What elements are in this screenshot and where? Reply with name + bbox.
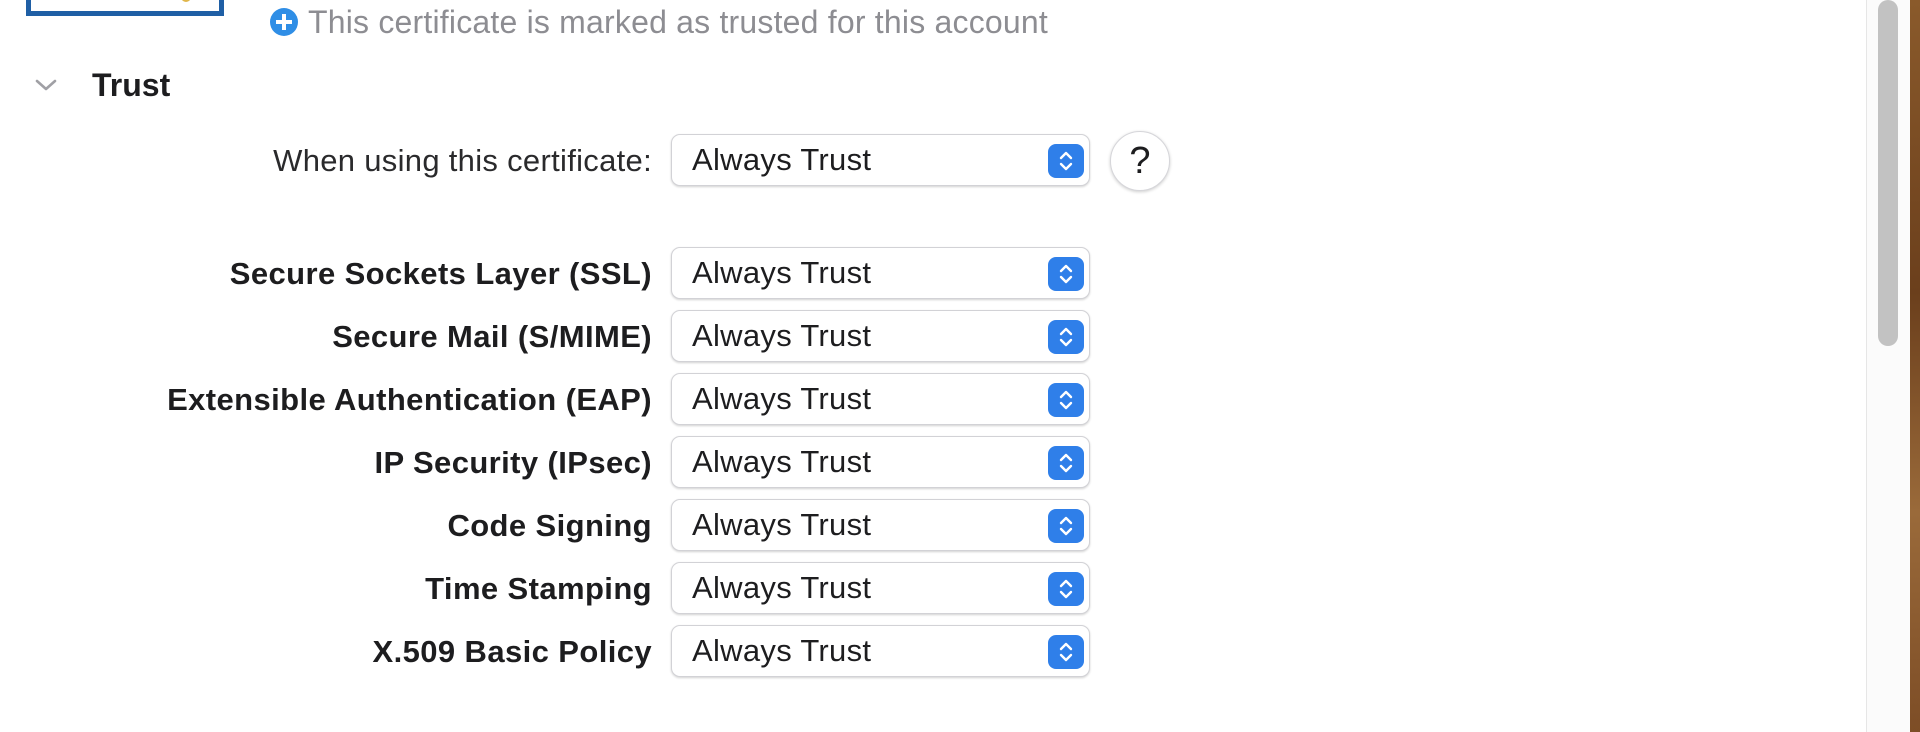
policy-row-code-signing: Code Signing Always Trust (0, 499, 1200, 553)
chevron-down-icon[interactable] (30, 69, 62, 101)
popup-value: Always Trust (692, 570, 872, 605)
policy-row-time-stamping: Time Stamping Always Trust (0, 562, 1200, 616)
certificate-icon (26, 0, 224, 16)
policy-label: Extensible Authentication (EAP) (167, 382, 652, 417)
policy-popup[interactable]: Always Trust (671, 625, 1090, 677)
stepper-arrows-icon (1048, 144, 1084, 178)
policy-popup[interactable]: Always Trust (671, 562, 1090, 614)
main-setting-row: When using this certificate: Always Trus… (0, 131, 1200, 191)
policy-row-x509: X.509 Basic Policy Always Trust (0, 625, 1200, 679)
trust-status: This certificate is marked as trusted fo… (270, 4, 1048, 40)
popup-value: Always Trust (692, 318, 872, 353)
trust-status-text: This certificate is marked as trusted fo… (308, 3, 1048, 40)
popup-value: Always Trust (692, 142, 872, 177)
policy-popup[interactable]: Always Trust (671, 499, 1090, 551)
policy-row-ssl: Secure Sockets Layer (SSL) Always Trust (0, 247, 1200, 301)
certificate-trust-panel: This certificate is marked as trusted fo… (0, 0, 1920, 732)
popup-value: Always Trust (692, 255, 872, 290)
popup-value: Always Trust (692, 444, 872, 479)
stepper-arrows-icon (1048, 509, 1084, 543)
policy-label: Code Signing (447, 508, 652, 543)
popup-value: Always Trust (692, 381, 872, 416)
popup-value: Always Trust (692, 633, 872, 668)
trust-section-header[interactable]: Trust (30, 62, 170, 108)
stepper-arrows-icon (1048, 635, 1084, 669)
policy-popup[interactable]: Always Trust (671, 310, 1090, 362)
certificate-seal-icon (181, 0, 191, 2)
scrollbar-thumb[interactable] (1878, 0, 1898, 346)
policy-popup[interactable]: Always Trust (671, 373, 1090, 425)
policy-row-eap: Extensible Authentication (EAP) Always T… (0, 373, 1200, 427)
policy-popup[interactable]: Always Trust (671, 247, 1090, 299)
policy-label: X.509 Basic Policy (372, 634, 652, 669)
popup-value: Always Trust (692, 507, 872, 542)
policy-popup[interactable]: Always Trust (671, 436, 1090, 488)
main-setting-popup[interactable]: Always Trust (671, 134, 1090, 186)
main-setting-label: When using this certificate: (273, 143, 652, 178)
policy-row-smime: Secure Mail (S/MIME) Always Trust (0, 310, 1200, 364)
policy-label: IP Security (IPsec) (374, 445, 652, 480)
help-button[interactable]: ? (1110, 131, 1170, 191)
policy-row-ipsec: IP Security (IPsec) Always Trust (0, 436, 1200, 490)
stepper-arrows-icon (1048, 320, 1084, 354)
vertical-scrollbar[interactable] (1866, 0, 1911, 732)
policy-label: Secure Sockets Layer (SSL) (229, 256, 652, 291)
policy-label: Time Stamping (425, 571, 652, 606)
stepper-arrows-icon (1048, 383, 1084, 417)
desktop-background-edge (1910, 0, 1920, 732)
stepper-arrows-icon (1048, 446, 1084, 480)
stepper-arrows-icon (1048, 572, 1084, 606)
plus-circle-icon (270, 8, 298, 36)
section-title: Trust (92, 66, 171, 103)
policy-label: Secure Mail (S/MIME) (332, 319, 652, 354)
stepper-arrows-icon (1048, 257, 1084, 291)
